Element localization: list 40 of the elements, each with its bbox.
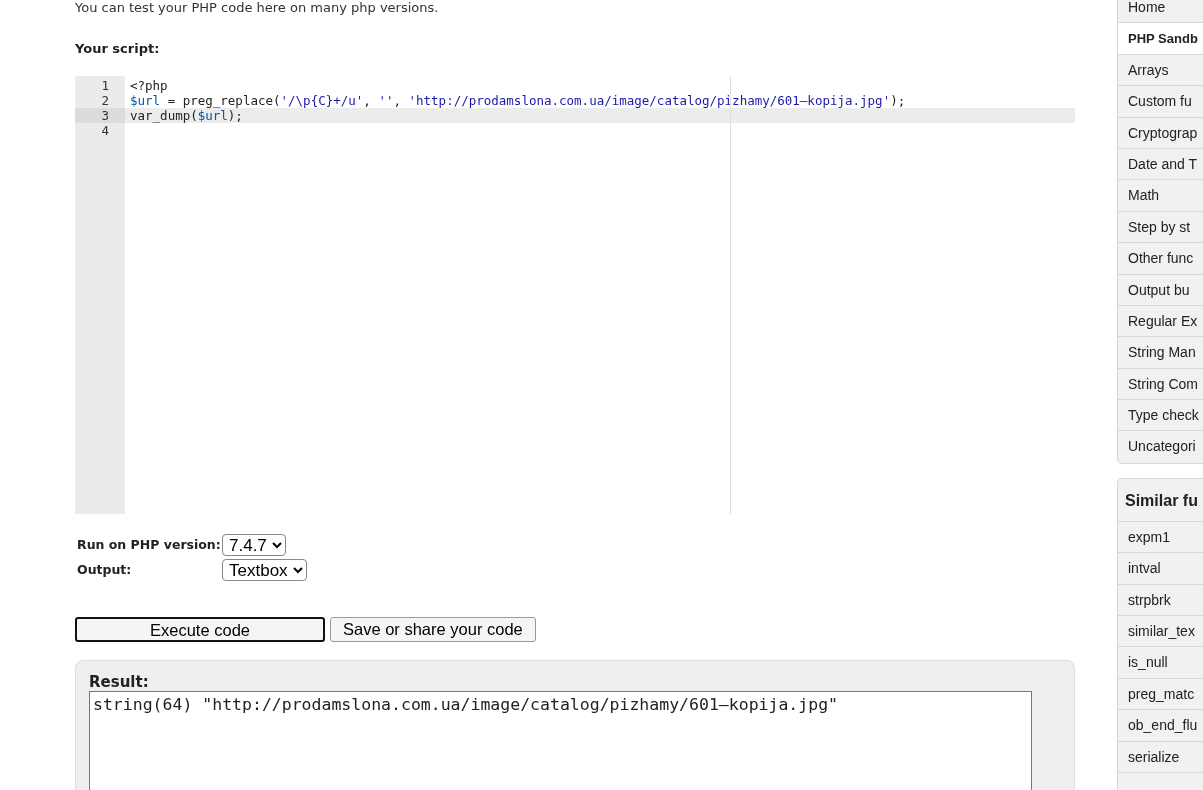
function-link[interactable]: similar_tex bbox=[1118, 616, 1203, 648]
sidebar-item[interactable]: Step by st bbox=[1118, 211, 1203, 244]
option-label: Run on PHP version: bbox=[77, 535, 222, 554]
line-number: 4 bbox=[100, 122, 110, 138]
sidebar-item[interactable]: Math bbox=[1118, 180, 1203, 212]
sidebar-item[interactable]: Custom fu bbox=[1118, 86, 1203, 118]
sidebar-item[interactable]: Date and T bbox=[1118, 148, 1203, 181]
line-number: 1 bbox=[100, 77, 110, 93]
sidebar-item[interactable]: Arrays bbox=[1118, 54, 1203, 87]
sidebar-item[interactable]: Uncategori bbox=[1118, 431, 1203, 463]
sidebar-item[interactable]: Type check bbox=[1118, 400, 1203, 432]
version-select[interactable]: 7.4.7 bbox=[222, 533, 286, 556]
sidebar-item[interactable]: Regular Ex bbox=[1118, 305, 1203, 338]
execute-button[interactable]: Execute code bbox=[75, 616, 325, 642]
result-title: Result: bbox=[89, 672, 150, 691]
function-link[interactable]: is_null bbox=[1118, 647, 1203, 679]
result-output[interactable]: string(64) "http://prodamslona.com.ua/image/catalog/pizhamy/601—kopija.jpg" bbox=[89, 690, 1032, 790]
function-link[interactable]: strpbrk bbox=[1118, 584, 1203, 617]
line-number: 3 bbox=[75, 107, 125, 123]
script-label: Your script: bbox=[75, 40, 161, 58]
code-line: $url = preg_replace('/\p{C}+/u', '', 'http://prodamslona.com.ua/image/catalog/pizhamy/601—kopija.jpg'); bbox=[129, 92, 907, 108]
output-select[interactable]: Textbox bbox=[222, 558, 307, 581]
function-link[interactable]: serialize bbox=[1118, 741, 1203, 773]
sidebar-item[interactable]: Other func bbox=[1118, 243, 1203, 275]
sidebar-item[interactable]: String Man bbox=[1118, 337, 1203, 369]
code-line: <?php bbox=[129, 77, 169, 93]
code-editor[interactable]: 1 2 3 4 <?php $url = preg_replace('/\p{C}+/u', '', 'http://prodamslona.com.ua/image/catalog/pizhamy/601—kopija.jpg'); var_dump($url); bbox=[75, 75, 1075, 514]
function-link[interactable]: expm1 bbox=[1118, 521, 1203, 554]
similar-title: Similar fu bbox=[1118, 478, 1203, 522]
sidebar-item[interactable]: Cryptograp bbox=[1118, 117, 1203, 149]
share-button[interactable]: Save or share your code bbox=[330, 616, 536, 642]
sidebar-item[interactable]: Output bu bbox=[1118, 274, 1203, 306]
line-number: 2 bbox=[100, 92, 110, 108]
function-link[interactable]: intval bbox=[1118, 553, 1203, 585]
option-label: Output: bbox=[77, 560, 133, 579]
sidebar-item[interactable]: PHP Sandb bbox=[1118, 23, 1203, 55]
sidebar-item[interactable]: String Com bbox=[1118, 368, 1203, 401]
function-link[interactable]: ob_end_flu bbox=[1118, 710, 1203, 742]
intro-text: You can test your PHP code here on many php versions. bbox=[75, 0, 440, 15]
function-link[interactable]: preg_matc bbox=[1118, 678, 1203, 711]
